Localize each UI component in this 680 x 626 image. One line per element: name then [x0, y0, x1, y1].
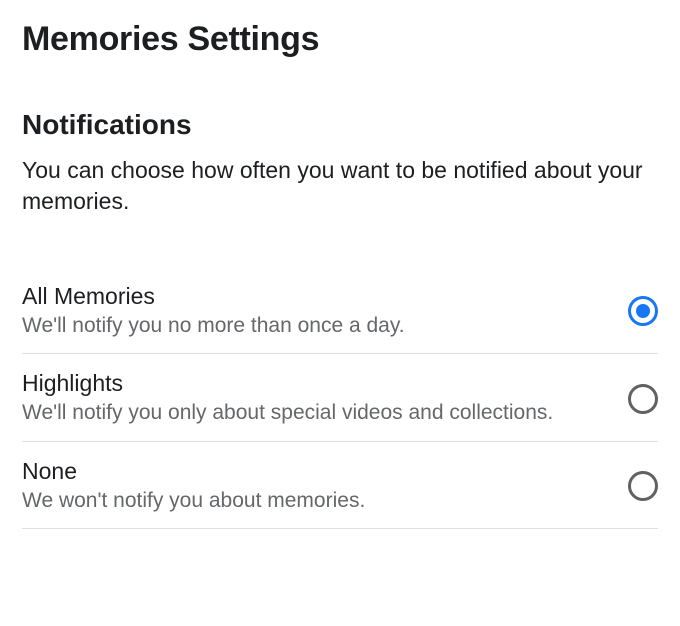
section-description: You can choose how often you want to be …	[22, 155, 658, 217]
option-subtitle: We'll notify you no more than once a day…	[22, 312, 608, 339]
option-highlights[interactable]: Highlights We'll notify you only about s…	[22, 354, 658, 441]
radio-none[interactable]	[628, 471, 658, 501]
section-title-notifications: Notifications	[22, 109, 658, 141]
option-text: None We won't notify you about memories.	[22, 458, 628, 514]
option-subtitle: We won't notify you about memories.	[22, 487, 608, 514]
radio-all-memories[interactable]	[628, 296, 658, 326]
option-title: Highlights	[22, 370, 608, 397]
radio-highlights[interactable]	[628, 384, 658, 414]
option-title: All Memories	[22, 283, 608, 310]
option-subtitle: We'll notify you only about special vide…	[22, 399, 608, 426]
option-none[interactable]: None We won't notify you about memories.	[22, 442, 658, 529]
option-all-memories[interactable]: All Memories We'll notify you no more th…	[22, 267, 658, 354]
option-text: Highlights We'll notify you only about s…	[22, 370, 628, 426]
option-title: None	[22, 458, 608, 485]
page-title: Memories Settings	[22, 20, 658, 59]
option-text: All Memories We'll notify you no more th…	[22, 283, 628, 339]
